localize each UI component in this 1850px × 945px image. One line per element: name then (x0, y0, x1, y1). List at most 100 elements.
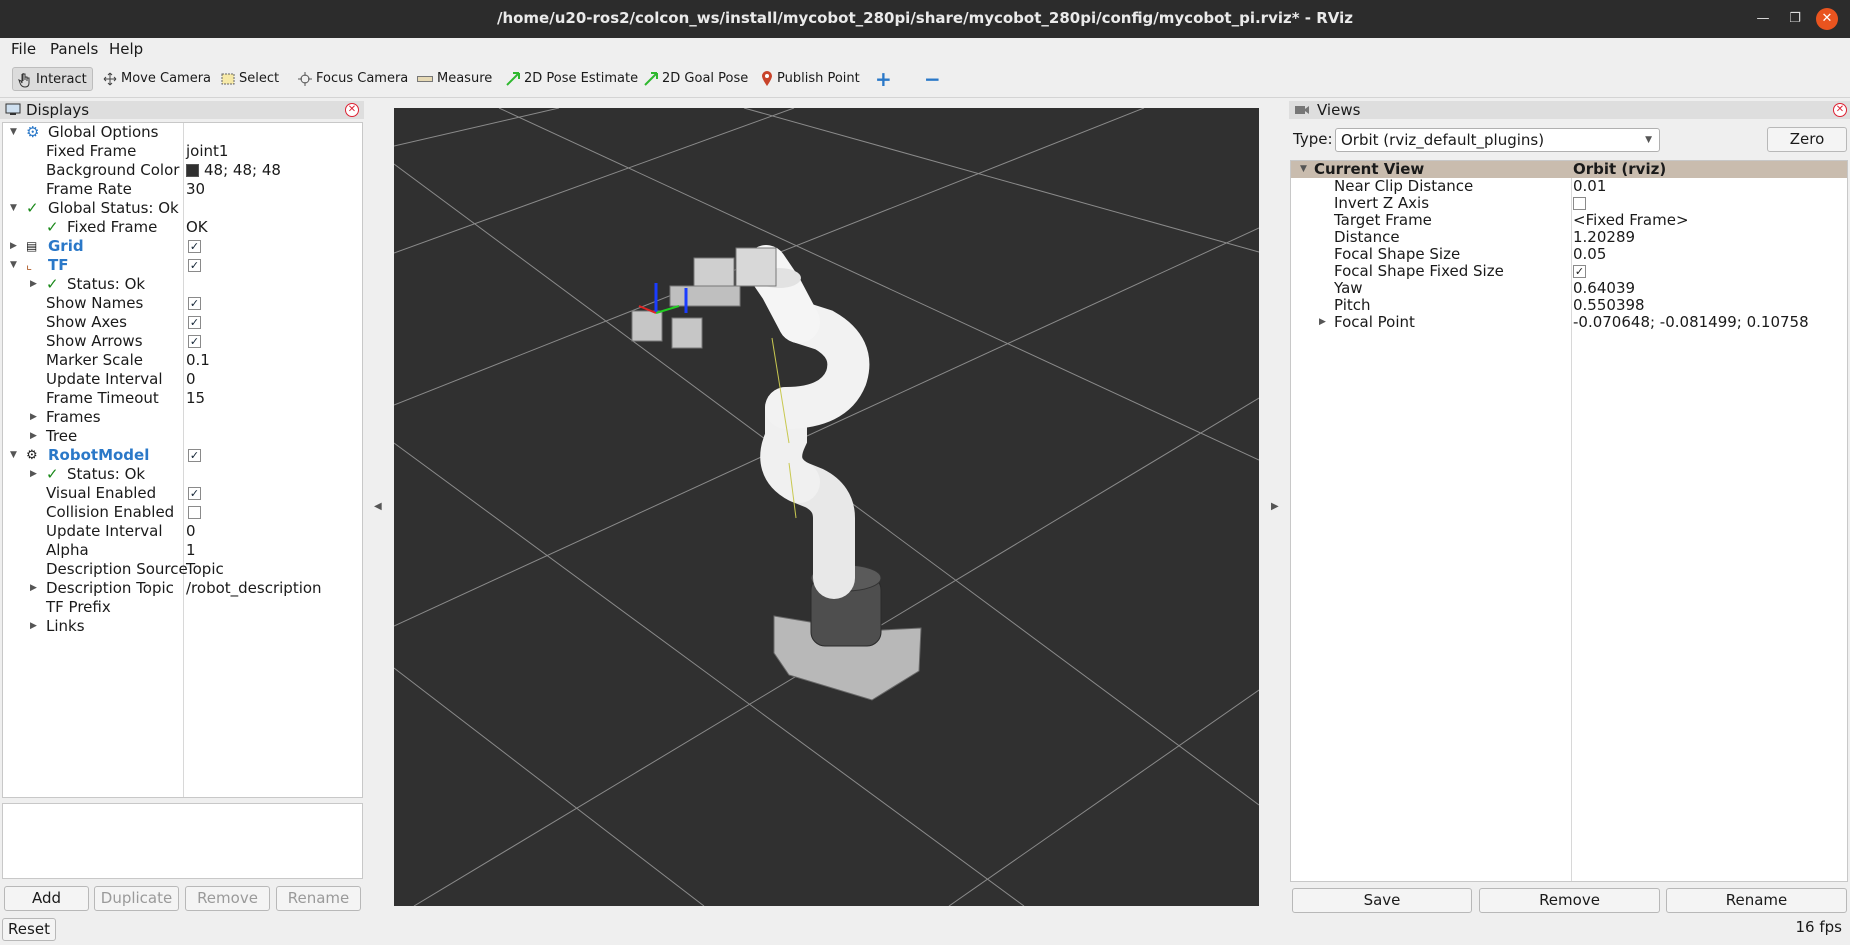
invert-z-checkbox[interactable] (1573, 197, 1586, 210)
frame-rate-value[interactable]: 30 (186, 180, 205, 199)
remove-view-button[interactable]: Remove (1479, 888, 1660, 913)
alpha-value[interactable]: 1 (186, 541, 196, 560)
close-window-icon[interactable]: ✕ (1816, 8, 1838, 30)
pitch-value[interactable]: 0.550398 (1573, 297, 1645, 314)
tree-row-alpha[interactable]: Alpha 1 (3, 541, 362, 560)
goal-pose-tool-button[interactable]: 2D Goal Pose (644, 67, 748, 91)
expand-arrow-icon[interactable]: ▼ (10, 446, 17, 465)
rename-view-button[interactable]: Rename (1666, 888, 1847, 913)
focus-camera-tool-button[interactable]: Focus Camera (298, 67, 408, 91)
reset-button[interactable]: Reset (2, 918, 56, 941)
tree-row-tf-status[interactable]: ▶ ✓ Status: Ok (3, 275, 362, 294)
collapse-arrow-icon[interactable]: ▶ (1319, 314, 1326, 331)
tree-row-frame-rate[interactable]: Frame Rate 30 (3, 180, 362, 199)
tree-row-description-topic[interactable]: ▶ Description Topic /robot_description (3, 579, 362, 598)
show-axes-checkbox[interactable]: ✓ (188, 316, 201, 329)
add-display-button[interactable]: Add (4, 886, 89, 911)
tree-row-status-fixed-frame[interactable]: ✓ Fixed Frame OK (3, 218, 362, 237)
tree-row-update-interval[interactable]: Update Interval 0 (3, 370, 362, 389)
yaw-value[interactable]: 0.64039 (1573, 280, 1635, 297)
remove-display-button[interactable]: Remove (185, 886, 270, 911)
move-camera-tool-button[interactable]: Move Camera (103, 67, 211, 91)
tree-row-show-names[interactable]: Show Names ✓ (3, 294, 362, 313)
minimize-icon[interactable]: — (1752, 8, 1774, 30)
views-row-near-clip[interactable]: Near Clip Distance 0.01 (1291, 178, 1847, 195)
description-source-value[interactable]: Topic (186, 560, 224, 579)
description-topic-value[interactable]: /robot_description (186, 579, 322, 598)
collapse-arrow-icon[interactable]: ▶ (30, 617, 37, 636)
tree-row-show-axes[interactable]: Show Axes ✓ (3, 313, 362, 332)
duplicate-display-button[interactable]: Duplicate (94, 886, 179, 911)
tree-row-tree[interactable]: ▶ Tree (3, 427, 362, 446)
focal-fixed-checkbox[interactable]: ✓ (1573, 265, 1586, 278)
views-row-focal-size[interactable]: Focal Shape Size 0.05 (1291, 246, 1847, 263)
zero-view-button[interactable]: Zero (1767, 127, 1847, 152)
views-row-pitch[interactable]: Pitch 0.550398 (1291, 297, 1847, 314)
focal-size-value[interactable]: 0.05 (1573, 246, 1606, 263)
publish-point-tool-button[interactable]: Publish Point (761, 67, 860, 91)
tree-row-marker-scale[interactable]: Marker Scale 0.1 (3, 351, 362, 370)
collision-enabled-checkbox[interactable] (188, 506, 201, 519)
tree-row-show-arrows[interactable]: Show Arrows ✓ (3, 332, 362, 351)
save-view-button[interactable]: Save (1292, 888, 1472, 913)
interact-tool-button[interactable]: Interact (12, 67, 93, 91)
views-row-invert-z[interactable]: Invert Z Axis (1291, 195, 1847, 212)
tree-row-links[interactable]: ▶ Links (3, 617, 362, 636)
focal-point-value[interactable]: -0.070648; -0.081499; 0.10758 (1573, 314, 1809, 331)
current-view-row[interactable]: ▼ Current View Orbit (rviz) (1291, 161, 1847, 178)
tree-row-grid[interactable]: ▶ ▤ Grid ✓ (3, 237, 362, 256)
fixed-frame-value[interactable]: joint1 (186, 142, 228, 161)
grid-enabled-checkbox[interactable]: ✓ (188, 240, 201, 253)
expand-arrow-icon[interactable]: ▼ (10, 199, 17, 218)
expand-arrow-icon[interactable]: ▼ (10, 123, 17, 142)
visual-enabled-checkbox[interactable]: ✓ (188, 487, 201, 500)
views-row-focal-fixed[interactable]: Focal Shape Fixed Size ✓ (1291, 263, 1847, 280)
remove-tool-icon[interactable]: − (924, 67, 941, 91)
add-tool-icon[interactable]: + (875, 67, 892, 91)
show-arrows-checkbox[interactable]: ✓ (188, 335, 201, 348)
restore-icon[interactable]: ❐ (1784, 8, 1806, 30)
views-row-yaw[interactable]: Yaw 0.64039 (1291, 280, 1847, 297)
update-interval-value[interactable]: 0 (186, 370, 196, 389)
distance-value[interactable]: 1.20289 (1573, 229, 1635, 246)
rm-update-interval-value[interactable]: 0 (186, 522, 196, 541)
collapse-arrow-icon[interactable]: ▶ (30, 579, 37, 598)
views-row-distance[interactable]: Distance 1.20289 (1291, 229, 1847, 246)
tree-row-rm-update-interval[interactable]: Update Interval 0 (3, 522, 362, 541)
measure-tool-button[interactable]: Measure (417, 67, 492, 91)
render-viewport-3d[interactable] (394, 108, 1259, 906)
near-clip-value[interactable]: 0.01 (1573, 178, 1606, 195)
tree-row-tf-prefix[interactable]: TF Prefix (3, 598, 362, 617)
collapse-arrow-icon[interactable]: ▶ (10, 237, 17, 256)
menu-file[interactable]: File (11, 40, 36, 58)
collapse-right-dock-icon[interactable]: ▶ (1271, 501, 1279, 512)
close-displays-icon[interactable]: ✕ (345, 103, 359, 117)
tree-row-visual-enabled[interactable]: Visual Enabled ✓ (3, 484, 362, 503)
menu-help[interactable]: Help (109, 40, 143, 58)
collapse-left-dock-icon[interactable]: ◀ (374, 501, 382, 512)
collapse-arrow-icon[interactable]: ▶ (30, 275, 37, 294)
collapse-arrow-icon[interactable]: ▶ (30, 408, 37, 427)
tree-row-frame-timeout[interactable]: Frame Timeout 15 (3, 389, 362, 408)
view-type-select[interactable]: Orbit (rviz_default_plugins) ▼ (1335, 128, 1660, 152)
collapse-arrow-icon[interactable]: ▶ (30, 427, 37, 446)
select-tool-button[interactable]: Select (221, 67, 279, 91)
tree-row-frames[interactable]: ▶ Frames (3, 408, 362, 427)
rename-display-button[interactable]: Rename (276, 886, 361, 911)
collapse-arrow-icon[interactable]: ▶ (30, 465, 37, 484)
show-names-checkbox[interactable]: ✓ (188, 297, 201, 310)
menu-panels[interactable]: Panels (50, 40, 98, 58)
tree-row-description-source[interactable]: Description Source Topic (3, 560, 362, 579)
tree-row-robot-model[interactable]: ▼ ⚙ RobotModel ✓ (3, 446, 362, 465)
tree-row-rm-status[interactable]: ▶ ✓ Status: Ok (3, 465, 362, 484)
close-views-icon[interactable]: ✕ (1833, 103, 1847, 117)
robot-model-enabled-checkbox[interactable]: ✓ (188, 449, 201, 462)
tree-row-fixed-frame[interactable]: Fixed Frame joint1 (3, 142, 362, 161)
expand-arrow-icon[interactable]: ▼ (1300, 161, 1307, 178)
tree-row-global-status[interactable]: ▼ ✓ Global Status: Ok (3, 199, 362, 218)
marker-scale-value[interactable]: 0.1 (186, 351, 210, 370)
views-row-target-frame[interactable]: Target Frame <Fixed Frame> (1291, 212, 1847, 229)
pose-estimate-tool-button[interactable]: 2D Pose Estimate (506, 67, 638, 91)
frame-timeout-value[interactable]: 15 (186, 389, 205, 408)
tree-row-global-options[interactable]: ▼ ⚙ Global Options (3, 123, 362, 142)
